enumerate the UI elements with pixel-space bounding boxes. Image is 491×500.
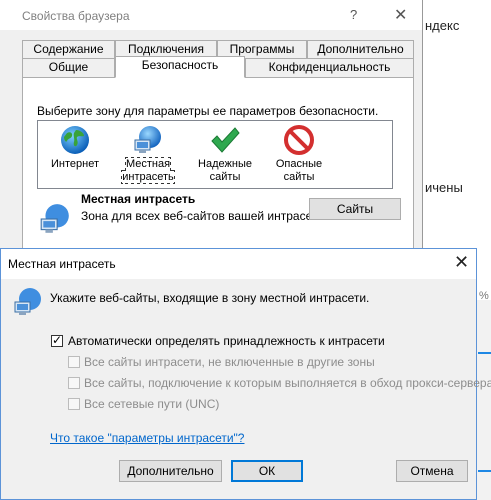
tab-content[interactable]: Содержание (22, 40, 115, 58)
checkmark-icon (211, 127, 240, 153)
zone-select-prompt: Выберите зону для параметры ее параметро… (37, 104, 379, 118)
tab-security[interactable]: Безопасность (115, 56, 245, 78)
option-label-3: Все сетевые пути (UNC) (84, 397, 220, 411)
zone-label: Местная интрасеть (121, 157, 175, 184)
zone-local-intranet[interactable]: Местная интрасеть (113, 120, 183, 184)
intranet-icon (134, 126, 161, 153)
globe-icon (61, 126, 89, 154)
intranet-icon (40, 204, 69, 233)
intranet-icon (14, 288, 41, 315)
dialog-title: Местная интрасеть (8, 257, 116, 271)
advanced-button[interactable]: Дополнительно (119, 460, 222, 482)
background-blue-line-2 (478, 470, 491, 472)
auto-detect-label[interactable]: Автоматически определять принадлежность … (68, 334, 385, 348)
zone-restricted-sites[interactable]: Опасные сайты (264, 120, 334, 184)
background-text-yandex: ндекс (425, 18, 460, 33)
tab-general[interactable]: Общие (22, 58, 115, 77)
intranet-settings-help-link[interactable]: Что такое "параметры интрасети"? (50, 431, 244, 445)
zone-label: Опасные сайты (275, 158, 323, 183)
tab-privacy[interactable]: Конфиденциальность (245, 58, 414, 77)
option-label-2: Все сайты, подключение к которым выполня… (84, 376, 491, 390)
sites-button[interactable]: Сайты (309, 198, 401, 220)
option-checkbox-2[interactable] (68, 377, 80, 389)
browser-close-button[interactable]: ✕ (394, 5, 407, 25)
zone-label: Интернет (51, 158, 99, 170)
dialog-message: Укажите веб-сайты, входящие в зону местн… (50, 291, 370, 305)
zone-trusted-sites[interactable]: Надежные сайты (190, 120, 260, 184)
background-text-ichen: ичены (425, 180, 463, 195)
background-text-percent: % (479, 290, 489, 302)
selected-zone-name: Местная интрасеть (81, 192, 196, 206)
selected-zone-description: Зона для всех веб-сайтов вашей интрасети… (81, 209, 328, 223)
zone-internet[interactable]: Интернет (40, 120, 110, 171)
option-label-1: Все сайты интрасети, не включенные в дру… (84, 355, 375, 369)
background-blue-line (478, 352, 491, 354)
help-button[interactable]: ? (350, 7, 357, 22)
ok-button[interactable]: ОК (231, 460, 303, 482)
cancel-button[interactable]: Отмена (396, 460, 468, 482)
zone-label: Надежные сайты (198, 158, 252, 183)
tab-advanced[interactable]: Дополнительно (307, 40, 414, 58)
option-checkbox-3[interactable] (68, 398, 80, 410)
option-checkbox-1[interactable] (68, 356, 80, 368)
restricted-icon (284, 125, 314, 155)
auto-detect-checkbox[interactable] (51, 333, 63, 347)
dialog-close-button[interactable]: ✕ (454, 252, 469, 273)
browser-properties-title: Свойства браузера (22, 9, 130, 23)
